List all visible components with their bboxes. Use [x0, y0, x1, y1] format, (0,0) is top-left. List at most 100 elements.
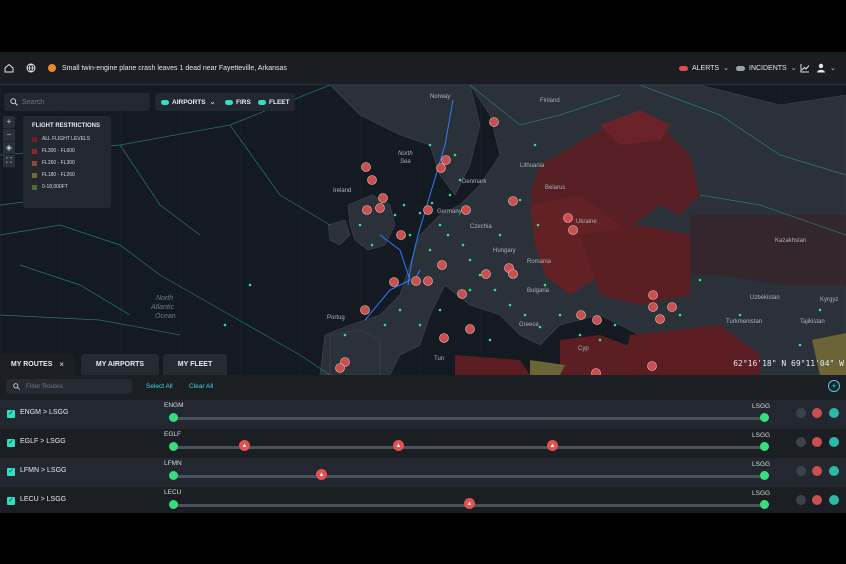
legend-title: FLIGHT RESTRICTIONS — [32, 123, 100, 129]
route-name: ENGM > LSGG — [20, 409, 69, 416]
add-route-button[interactable]: + — [828, 380, 840, 392]
search-icon — [13, 383, 20, 390]
legend-label: ALL FLIGHT LEVELS — [42, 136, 91, 142]
globe-icon[interactable] — [24, 61, 38, 75]
toggle-icon — [225, 99, 233, 105]
origin-marker[interactable] — [169, 442, 178, 451]
copy-icon[interactable] — [829, 466, 839, 476]
copy-icon[interactable] — [829, 495, 839, 505]
route-name: LECU > LSGG — [20, 496, 67, 503]
delete-icon[interactable] — [812, 408, 822, 418]
alerts-dropdown[interactable]: ALERTS ⌄ — [679, 52, 729, 84]
tab-my-airports[interactable]: MY AIRPORTS — [81, 354, 159, 375]
route-row[interactable]: ✓ ENGM > LSGG ENGM LSGG — [0, 400, 846, 429]
chart-icon[interactable] — [798, 61, 812, 75]
locate-button[interactable]: ◈ — [3, 142, 15, 155]
legend-item[interactable]: FL300 - FL600 — [32, 146, 75, 156]
alert-marker-icon[interactable]: ▲ — [393, 440, 404, 451]
route-checkbox[interactable]: ✓ — [7, 410, 15, 418]
label-norway: Norway — [430, 94, 450, 100]
legend-label: FL180 - FL260 — [42, 172, 75, 178]
legend-swatch — [32, 148, 37, 154]
chevron-down-icon: ⌄ — [209, 99, 216, 106]
legend-swatch — [32, 160, 37, 166]
destination-marker[interactable] — [760, 500, 769, 509]
zoom-out-button[interactable]: − — [3, 129, 15, 142]
map-view[interactable]: Norway Finland North Sea Ireland Denmark… — [0, 85, 846, 375]
origin-marker[interactable] — [169, 413, 178, 422]
label-bulgaria: Bulgaria — [527, 288, 550, 294]
route-origin: LECU — [164, 489, 182, 496]
origin-marker[interactable] — [169, 500, 178, 509]
label-turkmenistan: Turkmenistan — [726, 319, 762, 325]
select-all-button[interactable]: Select All — [146, 379, 173, 394]
label-greece: Greece — [519, 322, 539, 328]
map-search-input[interactable]: Search — [4, 93, 150, 111]
label-ireland: Ireland — [333, 188, 351, 194]
label-tajikistan: Tajikistan — [800, 319, 825, 325]
legend-item[interactable]: ALL FLIGHT LEVELS — [32, 134, 90, 144]
map-canvas: Norway Finland North Sea Ireland Denmark… — [0, 85, 846, 375]
app-window: Small twin-engine plane crash leaves 1 d… — [0, 52, 846, 513]
label-kyrgyz: Kyrgyz — [820, 297, 838, 303]
incidents-dropdown[interactable]: INCIDENTS ⌄ — [736, 52, 797, 84]
home-icon[interactable] — [2, 61, 16, 75]
route-checkbox[interactable]: ✓ — [7, 497, 15, 505]
tab-my-fleet[interactable]: MY FLEET — [163, 354, 227, 375]
notify-icon[interactable] — [796, 466, 806, 476]
label-atlantic-1: North — [156, 295, 173, 302]
route-origin: EGLF — [164, 431, 181, 438]
tab-label: MY AIRPORTS — [95, 361, 145, 368]
notify-icon[interactable] — [796, 437, 806, 447]
legend-item[interactable]: FL180 - FL260 — [32, 170, 75, 180]
copy-icon[interactable] — [829, 408, 839, 418]
alert-marker-icon[interactable]: ▲ — [547, 440, 558, 451]
alert-marker-icon[interactable]: ▲ — [239, 440, 250, 451]
legend-item[interactable]: 0-18,000FT — [32, 182, 68, 192]
toggle-icon — [258, 99, 266, 105]
chevron-down-icon: ⌄ — [790, 65, 797, 72]
filter-placeholder: Filter Routes — [26, 383, 63, 390]
close-icon[interactable]: × — [59, 360, 64, 369]
layer-fleet-toggle[interactable]: FLEET — [258, 93, 290, 111]
delete-icon[interactable] — [812, 495, 822, 505]
route-track — [173, 475, 765, 478]
route-row[interactable]: ✓ EGLF > LSGG EGLF LSGG ▲ ▲ ▲ — [0, 429, 846, 458]
filter-routes-input[interactable]: Filter Routes — [6, 379, 132, 394]
tab-my-routes[interactable]: MY ROUTES × — [0, 354, 75, 375]
route-checkbox[interactable]: ✓ — [7, 439, 15, 447]
search-placeholder: Search — [22, 98, 45, 106]
destination-marker[interactable] — [760, 471, 769, 480]
origin-marker[interactable] — [169, 471, 178, 480]
zoom-in-button[interactable]: + — [3, 116, 15, 129]
copy-icon[interactable] — [829, 437, 839, 447]
layer-airports-toggle[interactable]: AIRPORTS ⌄ — [161, 93, 215, 111]
destination-marker[interactable] — [760, 442, 769, 451]
route-origin: LFMN — [164, 460, 182, 467]
route-checkbox[interactable]: ✓ — [7, 468, 15, 476]
clear-all-button[interactable]: Clear All — [189, 379, 213, 394]
search-icon — [10, 98, 18, 106]
route-row[interactable]: ✓ LFMN > LSGG LFMN LSGG ▲ — [0, 458, 846, 487]
user-menu-chevron-icon[interactable]: ⌄ — [830, 52, 836, 84]
legend-item[interactable]: FL260 - FL300 — [32, 158, 75, 168]
notify-icon[interactable] — [796, 495, 806, 505]
label-germany: Germany — [437, 209, 462, 215]
route-row[interactable]: ✓ LECU > LSGG LECU LSGG ▲ — [0, 487, 846, 513]
notify-icon[interactable] — [796, 408, 806, 418]
destination-marker[interactable] — [760, 413, 769, 422]
delete-icon[interactable] — [812, 466, 822, 476]
route-destination: LSGG — [752, 490, 771, 497]
alert-dot-icon — [48, 64, 56, 72]
user-icon[interactable] — [814, 61, 828, 75]
alert-marker-icon[interactable]: ▲ — [316, 469, 327, 480]
route-destination: LSGG — [752, 461, 771, 468]
layer-firs-toggle[interactable]: FIRS — [225, 93, 251, 111]
label-cyprus: Cyp — [578, 346, 589, 352]
fullscreen-button[interactable]: ⛶ — [3, 155, 15, 168]
alert-marker-icon[interactable]: ▲ — [464, 498, 475, 509]
delete-icon[interactable] — [812, 437, 822, 447]
legend-swatch — [32, 172, 37, 178]
label-ukraine: Ukraine — [576, 219, 597, 225]
news-ticker[interactable]: Small twin-engine plane crash leaves 1 d… — [62, 52, 287, 84]
